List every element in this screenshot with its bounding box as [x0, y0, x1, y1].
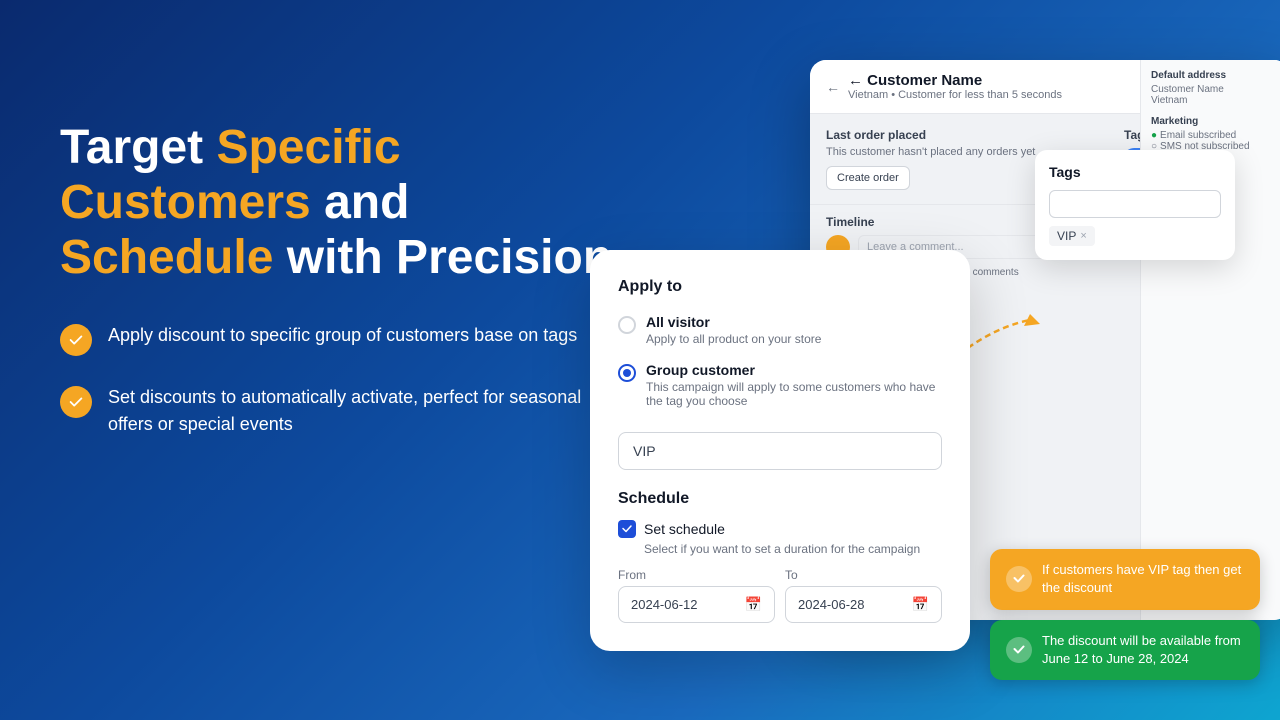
option-group-customer[interactable]: Group customer This campaign will apply …	[618, 362, 942, 408]
feature-item-2: Set discounts to automatically activate,…	[60, 384, 620, 438]
option-group-desc: This campaign will apply to some custome…	[646, 380, 942, 408]
feature-text-1: Apply discount to specific group of cust…	[108, 322, 577, 349]
from-label: From	[618, 568, 775, 582]
to-date-value: 2024-06-28	[798, 597, 865, 612]
option-group-customer-content: Group customer This campaign will apply …	[646, 362, 942, 408]
option-all-visitor-content: All visitor Apply to all product on your…	[646, 314, 821, 346]
radio-group-customer[interactable]	[618, 364, 636, 382]
left-section: Target Specific Customers and Schedule w…	[60, 120, 620, 438]
tags-popup-title: Tags	[1049, 164, 1221, 180]
option-group-label: Group customer	[646, 362, 942, 378]
to-label: To	[785, 568, 942, 582]
vip-tag-text: VIP	[1057, 229, 1076, 243]
to-date-icon: 📅	[912, 596, 929, 613]
headline-highlight2: Schedule	[60, 231, 273, 284]
feature-item-1: Apply discount to specific group of cust…	[60, 322, 620, 356]
headline-part2: and	[311, 176, 410, 229]
address-country: Vietnam	[1151, 95, 1280, 106]
notif-dates-text: The discount will be available from June…	[1042, 632, 1244, 668]
set-schedule-label: Set schedule	[644, 521, 725, 537]
panel-subtitle: Vietnam • Customer for less than 5 secon…	[848, 89, 1062, 101]
set-schedule-desc: Select if you want to set a duration for…	[644, 542, 942, 556]
notif-check-2	[1006, 637, 1032, 663]
main-card: Apply to All visitor Apply to all produc…	[590, 250, 970, 651]
check-circle-1	[60, 324, 92, 356]
headline-part1: Target	[60, 121, 216, 174]
back-arrow[interactable]: ←	[826, 79, 840, 95]
group-tag-input[interactable]	[618, 432, 942, 470]
to-date-input[interactable]: 2024-06-28 📅	[785, 586, 942, 623]
from-date-value: 2024-06-12	[631, 597, 698, 612]
headline-part3: with Precision	[273, 231, 612, 284]
notif-vip: If customers have VIP tag then get the d…	[990, 549, 1260, 609]
email-status: ● Email subscribed	[1151, 130, 1280, 141]
marketing-title: Marketing	[1151, 116, 1280, 127]
tags-input-field[interactable]	[1049, 190, 1221, 218]
check-circle-2	[60, 386, 92, 418]
notif-vip-text: If customers have VIP tag then get the d…	[1042, 561, 1244, 597]
option-all-visitor-label: All visitor	[646, 314, 821, 330]
detail-sidebar: Default address Customer Name Vietnam Ma…	[1140, 60, 1280, 620]
feature-text-2: Set discounts to automatically activate,…	[108, 384, 620, 438]
set-schedule-row[interactable]: Set schedule	[618, 520, 942, 538]
option-all-visitor-desc: Apply to all product on your store	[646, 332, 821, 346]
option-all-visitor[interactable]: All visitor Apply to all product on your…	[618, 314, 942, 346]
radio-all-visitor[interactable]	[618, 316, 636, 334]
tag-remove-btn[interactable]: ×	[1080, 230, 1086, 242]
date-row: From 2024-06-12 📅 To 2024-06-28 📅	[618, 568, 942, 623]
address-name: Customer Name	[1151, 84, 1280, 95]
default-address-title: Default address	[1151, 70, 1280, 81]
from-date-input[interactable]: 2024-06-12 📅	[618, 586, 775, 623]
vip-tag-badge: VIP ×	[1049, 226, 1095, 246]
last-order-label: Last order placed	[826, 128, 1112, 142]
default-address-section: Default address Customer Name Vietnam	[1151, 70, 1280, 106]
set-schedule-checkbox[interactable]	[618, 520, 636, 538]
headline: Target Specific Customers and Schedule w…	[60, 120, 620, 286]
to-date-field: To 2024-06-28 📅	[785, 568, 942, 623]
schedule-title: Schedule	[618, 490, 942, 508]
notification-container: If customers have VIP tag then get the d…	[990, 549, 1260, 680]
marketing-section: Marketing ● Email subscribed ○ SMS not s…	[1151, 116, 1280, 152]
panel-title: ← Customer Name	[848, 72, 1062, 89]
create-order-button[interactable]: Create order	[826, 166, 910, 190]
apply-to-title: Apply to	[618, 278, 942, 296]
notif-dates: The discount will be available from June…	[990, 620, 1260, 680]
notif-check-1	[1006, 566, 1032, 592]
schedule-section: Schedule Set schedule Select if you want…	[618, 490, 942, 623]
tags-popup: Tags VIP ×	[1035, 150, 1235, 260]
feature-list: Apply discount to specific group of cust…	[60, 322, 620, 438]
from-date-icon: 📅	[745, 596, 762, 613]
from-date-field: From 2024-06-12 📅	[618, 568, 775, 623]
